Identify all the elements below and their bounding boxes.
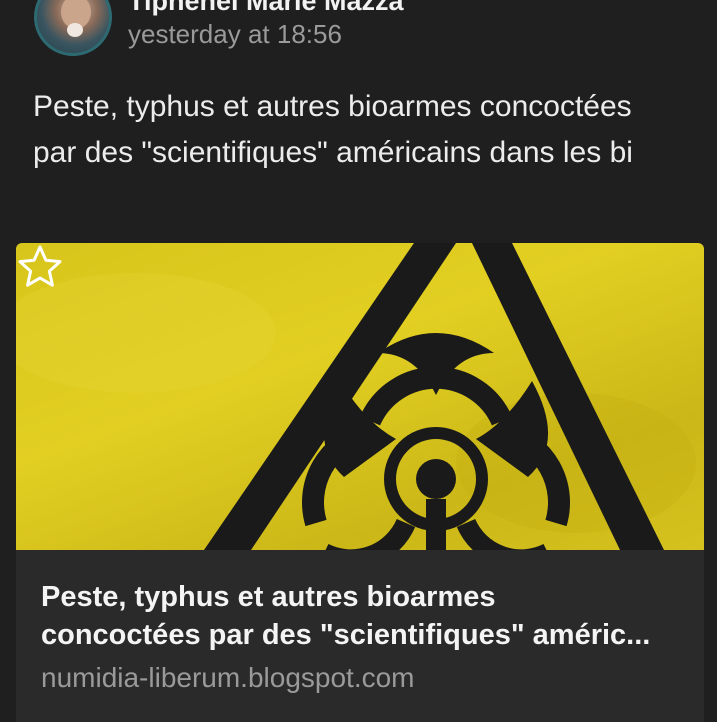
post: Tiphenel Marie Mazza yesterday at 18:56 … xyxy=(0,0,717,722)
link-preview-title[interactable]: Peste, typhus et autres bioarmes concoct… xyxy=(41,578,691,654)
link-preview-image[interactable] xyxy=(16,243,704,550)
post-header: Tiphenel Marie Mazza yesterday at 18:56 xyxy=(0,0,717,70)
star-outline-icon[interactable] xyxy=(16,243,64,291)
link-preview-domain[interactable]: numidia-liberum.blogspot.com xyxy=(41,662,415,694)
link-preview-card[interactable]: Peste, typhus et autres bioarmes concoct… xyxy=(16,243,704,722)
post-text: Peste, typhus et autres bioarmes concoct… xyxy=(33,90,633,169)
author-name[interactable]: Tiphenel Marie Mazza xyxy=(128,0,404,17)
avatar-detail xyxy=(67,23,83,37)
post-timestamp[interactable]: yesterday at 18:56 xyxy=(128,19,342,50)
link-title-line: concoctées par des "scientifiques" améri… xyxy=(41,619,651,651)
biohazard-icon xyxy=(16,243,696,550)
link-title-line: Peste, typhus et autres bioarmes xyxy=(41,581,496,613)
avatar[interactable] xyxy=(34,0,112,56)
